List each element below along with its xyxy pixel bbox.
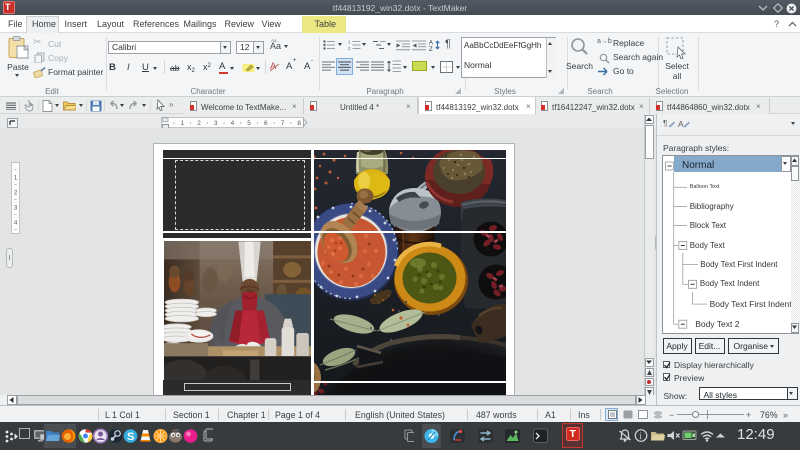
svg-text:1: 1 xyxy=(13,174,17,181)
svg-text:i: i xyxy=(639,431,642,441)
svg-text:1: 1 xyxy=(180,120,184,127)
svg-text:S: S xyxy=(127,431,134,443)
svg-text:5: 5 xyxy=(247,120,251,127)
svg-text:2: 2 xyxy=(197,120,201,127)
svg-text:1: 1 xyxy=(348,40,351,45)
svg-text:6: 6 xyxy=(264,120,268,127)
svg-text:2: 2 xyxy=(348,46,351,50)
svg-text:Z: Z xyxy=(429,47,433,51)
svg-text:A: A xyxy=(678,119,684,129)
svg-text:8: 8 xyxy=(297,120,301,127)
svg-text:A: A xyxy=(429,41,433,47)
svg-text:3: 3 xyxy=(214,120,218,127)
svg-text:7: 7 xyxy=(281,120,285,127)
svg-text:4: 4 xyxy=(231,120,235,127)
svg-text:3: 3 xyxy=(13,204,17,211)
svg-text:¶: ¶ xyxy=(663,119,667,128)
svg-text:2: 2 xyxy=(13,189,17,196)
svg-text:4: 4 xyxy=(13,219,17,226)
